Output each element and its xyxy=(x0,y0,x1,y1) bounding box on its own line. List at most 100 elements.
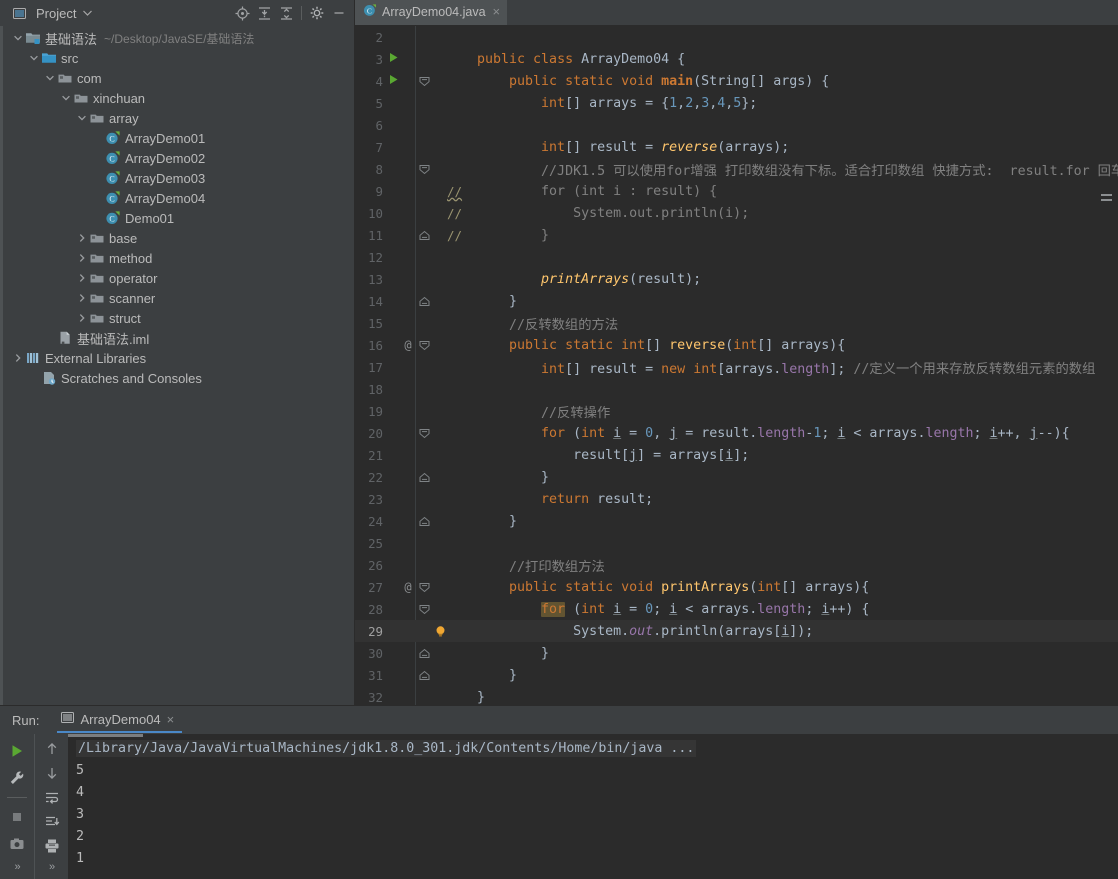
stop-icon[interactable] xyxy=(4,806,30,828)
rerun-icon[interactable] xyxy=(4,740,30,762)
expand-all-icon[interactable] xyxy=(253,2,275,24)
code-line-30[interactable]: 30 } xyxy=(355,642,1118,664)
code-line-26[interactable]: 26 //打印数组方法 xyxy=(355,554,1118,576)
minimize-icon[interactable] xyxy=(328,2,350,24)
code-line-6[interactable]: 6 xyxy=(355,114,1118,136)
code-line-32[interactable]: 32} xyxy=(355,686,1118,705)
code-line-17[interactable]: 17 int[] result = new int[arrays.length]… xyxy=(355,356,1118,378)
chevron-right-icon[interactable] xyxy=(75,251,89,265)
tree-item-Scratches-and-Consoles[interactable]: Scratches and Consoles xyxy=(3,368,354,388)
code-fold-icon[interactable] xyxy=(415,340,433,351)
code-line-4[interactable]: 4 public static void main(String[] args)… xyxy=(355,70,1118,92)
tree-item-struct[interactable]: struct xyxy=(3,308,354,328)
tree-item-ArrayDemo04[interactable]: C ArrayDemo04 xyxy=(3,188,354,208)
code-fold-icon[interactable] xyxy=(415,648,433,659)
arrow-down-icon[interactable] xyxy=(39,764,65,782)
run-gutter-icon[interactable] xyxy=(385,74,401,89)
scroll-to-end-icon[interactable] xyxy=(39,813,65,831)
code-fold-icon[interactable] xyxy=(415,164,433,175)
code-fold-icon[interactable] xyxy=(415,582,433,593)
tab-ArrayDemo04-java[interactable]: C ArrayDemo04.java × xyxy=(355,0,508,25)
tree-item-array[interactable]: array xyxy=(3,108,354,128)
code-line-11[interactable]: 11 // } xyxy=(355,224,1118,246)
code-line-9[interactable]: 9 // for (int i : result) { xyxy=(355,180,1118,202)
tree-item-src[interactable]: src xyxy=(3,48,354,68)
tree-item-基础语法[interactable]: 基础语法 ~/Desktop/JavaSE/基础语法 xyxy=(3,28,354,48)
code-line-24[interactable]: 24 } xyxy=(355,510,1118,532)
code-line-12[interactable]: 12 xyxy=(355,246,1118,268)
chevron-down-icon[interactable] xyxy=(27,51,41,65)
chevron-down-icon[interactable] xyxy=(43,71,57,85)
tree-item-ArrayDemo01[interactable]: C ArrayDemo01 xyxy=(3,128,354,148)
tree-item-method[interactable]: method xyxy=(3,248,354,268)
code-line-15[interactable]: 15 //反转数组的方法 xyxy=(355,312,1118,334)
tree-item-ArrayDemo03[interactable]: C ArrayDemo03 xyxy=(3,168,354,188)
code-line-19[interactable]: 19 //反转操作 xyxy=(355,400,1118,422)
wrench-icon[interactable] xyxy=(4,768,30,790)
code-line-23[interactable]: 23 return result; xyxy=(355,488,1118,510)
code-line-10[interactable]: 10 // System.out.println(i); xyxy=(355,202,1118,224)
code-line-18[interactable]: 18 xyxy=(355,378,1118,400)
code-fold-icon[interactable] xyxy=(415,76,433,87)
code-line-14[interactable]: 14 } xyxy=(355,290,1118,312)
code-editor[interactable]: 2 3 public class ArrayDemo04 {4 public sta… xyxy=(355,26,1118,705)
chevron-right-icon[interactable] xyxy=(75,271,89,285)
chevron-down-icon[interactable] xyxy=(59,91,73,105)
close-icon[interactable]: × xyxy=(167,712,175,727)
chevron-right-icon[interactable] xyxy=(75,311,89,325)
print-icon[interactable] xyxy=(39,837,65,855)
project-tree[interactable]: 基础语法 ~/Desktop/JavaSE/基础语法 src com xinchuan a… xyxy=(0,26,354,705)
code-fold-icon[interactable] xyxy=(415,516,433,527)
code-fold-icon[interactable] xyxy=(415,428,433,439)
code-fold-icon[interactable] xyxy=(415,670,433,681)
close-icon[interactable]: × xyxy=(491,5,501,18)
chevron-right-icon[interactable] xyxy=(75,291,89,305)
chevron-down-icon[interactable] xyxy=(11,31,25,45)
tree-item-Demo01[interactable]: C Demo01 xyxy=(3,208,354,228)
tree-item-基础语法.iml[interactable]: 基础语法.iml xyxy=(3,328,354,348)
soft-wrap-icon[interactable] xyxy=(39,788,65,806)
tree-item-External-Libraries[interactable]: External Libraries xyxy=(3,348,354,368)
locate-icon[interactable] xyxy=(231,2,253,24)
lightbulb-icon[interactable] xyxy=(433,625,447,638)
usage-marker[interactable]: @ xyxy=(401,338,415,352)
code-line-2[interactable]: 2 xyxy=(355,26,1118,48)
run-gutter-icon[interactable] xyxy=(385,52,401,67)
code-line-25[interactable]: 25 xyxy=(355,532,1118,554)
chevron-right-icon[interactable] xyxy=(75,231,89,245)
tree-item-com[interactable]: com xyxy=(3,68,354,88)
chevron-right-icon[interactable] xyxy=(11,351,25,365)
code-line-20[interactable]: 20 for (int i = 0, j = result.length-1; … xyxy=(355,422,1118,444)
gear-icon[interactable] xyxy=(306,2,328,24)
code-line-3[interactable]: 3 public class ArrayDemo04 { xyxy=(355,48,1118,70)
code-line-7[interactable]: 7 int[] result = reverse(arrays); xyxy=(355,136,1118,158)
code-fold-icon[interactable] xyxy=(415,604,433,615)
code-line-13[interactable]: 13 printArrays(result); xyxy=(355,268,1118,290)
more-icon[interactable]: » xyxy=(49,861,55,873)
code-line-8[interactable]: 8 //JDK1.5 可以使用for增强 打印数组没有下标。适合打印数组 快捷方… xyxy=(355,158,1118,180)
collapse-all-icon[interactable] xyxy=(275,2,297,24)
tree-item-scanner[interactable]: scanner xyxy=(3,288,354,308)
code-line-22[interactable]: 22 } xyxy=(355,466,1118,488)
code-line-27[interactable]: 27 @ public static void printArrays(int[]… xyxy=(355,576,1118,598)
code-fold-icon[interactable] xyxy=(415,472,433,483)
console-output[interactable]: /Library/Java/JavaVirtualMachines/jdk1.8… xyxy=(68,734,1118,879)
code-line-31[interactable]: 31 } xyxy=(355,664,1118,686)
chevron-down-icon[interactable] xyxy=(76,2,98,24)
code-fold-icon[interactable] xyxy=(415,230,433,241)
more-icon[interactable]: » xyxy=(14,861,20,873)
code-line-28[interactable]: 28 for (int i = 0; i < arrays.length; i+… xyxy=(355,598,1118,620)
camera-icon[interactable] xyxy=(4,833,30,855)
console-scrollbar[interactable] xyxy=(68,734,143,737)
arrow-up-icon[interactable] xyxy=(39,740,65,758)
chevron-down-icon[interactable] xyxy=(75,111,89,125)
usage-marker[interactable]: @ xyxy=(401,580,415,594)
tree-item-xinchuan[interactable]: xinchuan xyxy=(3,88,354,108)
code-fold-icon[interactable] xyxy=(415,296,433,307)
tree-item-ArrayDemo02[interactable]: C ArrayDemo02 xyxy=(3,148,354,168)
tree-item-operator[interactable]: operator xyxy=(3,268,354,288)
run-tab-ArrayDemo04[interactable]: ArrayDemo04 × xyxy=(57,707,183,733)
code-line-21[interactable]: 21 result[j] = arrays[i]; xyxy=(355,444,1118,466)
code-line-16[interactable]: 16 @ public static int[] reverse(int[] ar… xyxy=(355,334,1118,356)
tree-item-base[interactable]: base xyxy=(3,228,354,248)
